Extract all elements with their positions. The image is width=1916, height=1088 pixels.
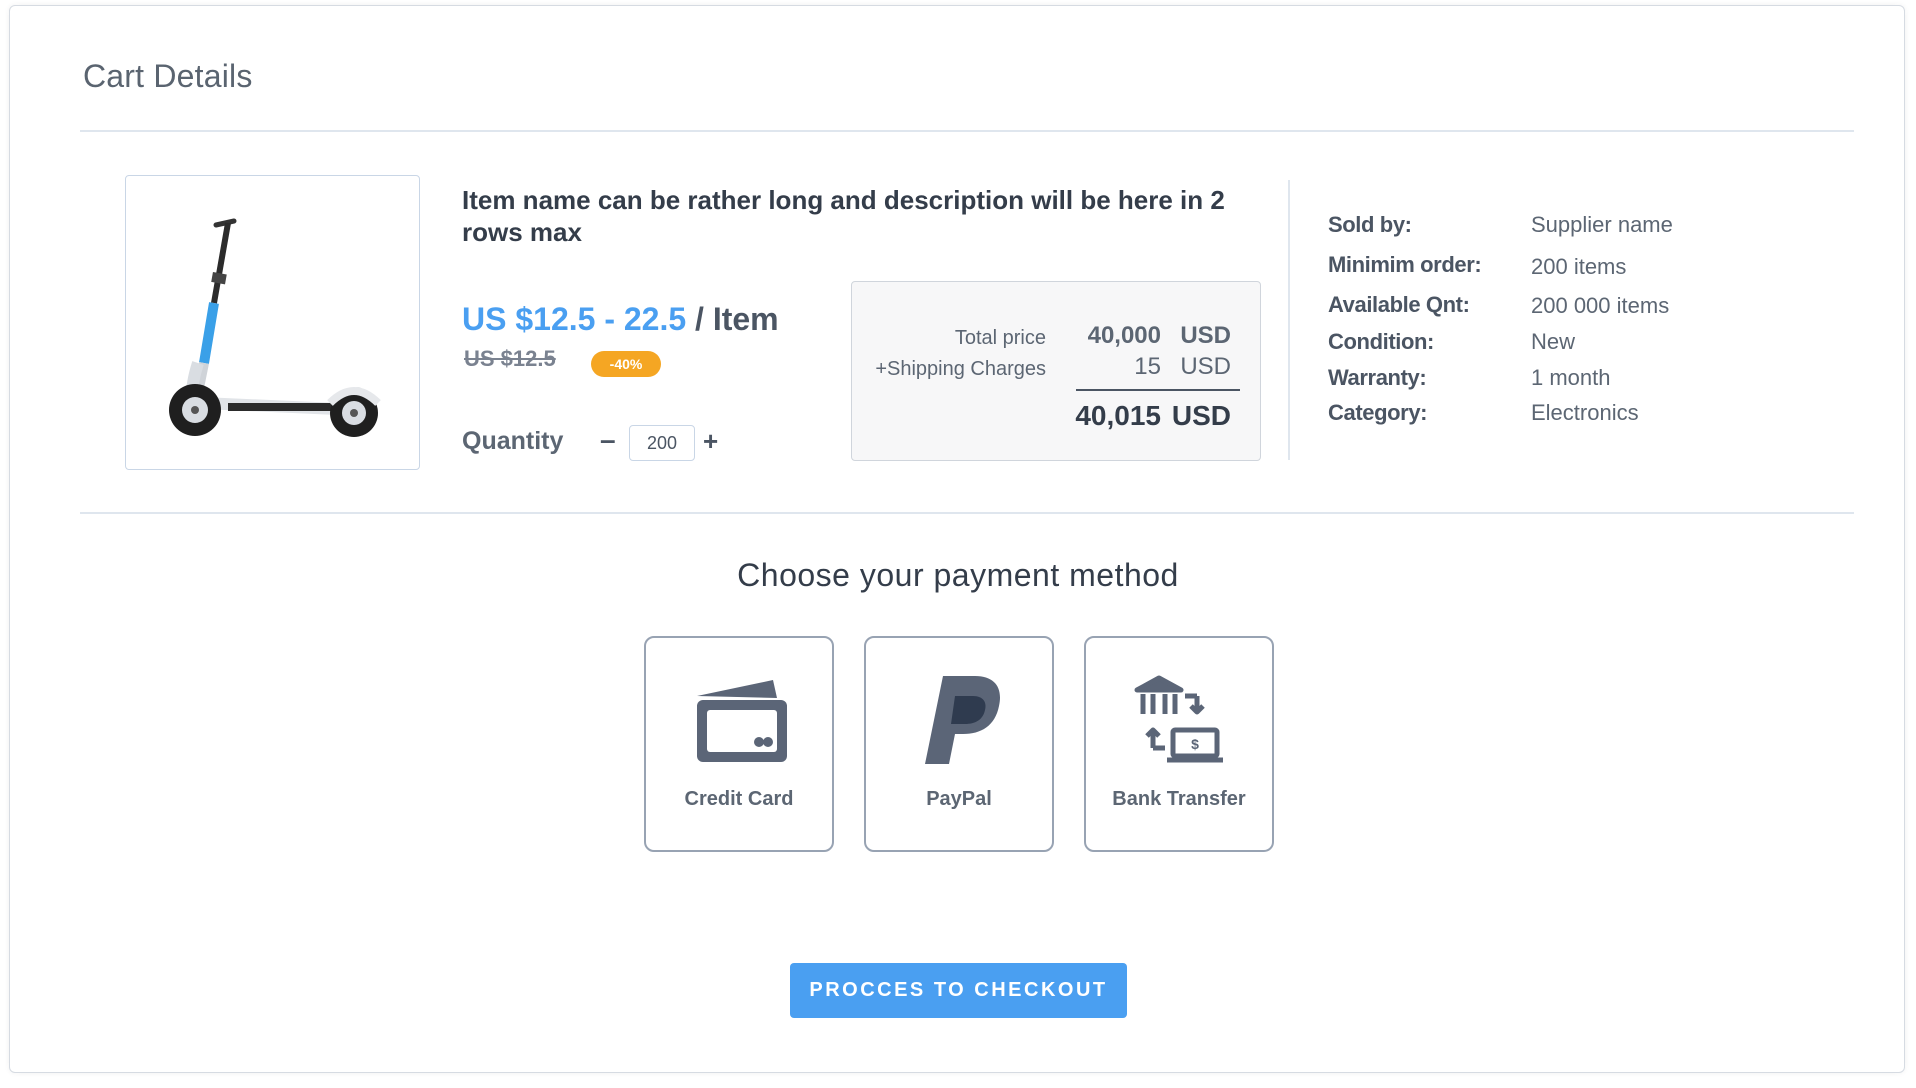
detail-label: Minimim order: [1328, 252, 1482, 277]
total-price-value: 40,000 [1087, 322, 1161, 349]
payment-option-credit-card[interactable]: Credit Card [644, 636, 834, 852]
price-line: US $12.5 - 22.5 / Item [462, 301, 779, 338]
payment-label: PayPal [926, 788, 992, 810]
payment-option-bank-transfer[interactable]: $ Bank Transfer [1084, 636, 1274, 852]
total-price-currency: USD [1180, 322, 1231, 349]
payment-label: Bank Transfer [1112, 788, 1246, 810]
credit-card-icon [697, 680, 787, 762]
detail-label: Warranty: [1328, 365, 1427, 390]
quantity-label: Quantity [462, 427, 564, 455]
item-name[interactable]: Item name can be rather long and descrip… [462, 184, 1262, 248]
price-range: US $12.5 - 22.5 [462, 301, 687, 337]
discount-badge: -40% [591, 351, 661, 377]
detail-value: Electronics [1531, 400, 1639, 425]
detail-value: 1 month [1531, 365, 1611, 390]
scooter-illustration [168, 218, 381, 437]
grand-total-currency: USD [1171, 400, 1231, 431]
total-price-label: Total price [954, 327, 1046, 349]
quantity-increment-button[interactable]: + [703, 426, 718, 457]
shipping-currency: USD [1180, 353, 1231, 380]
cart-card: Cart Details Item name can be rather lon… [9, 5, 1905, 1073]
svg-text:$: $ [1191, 736, 1199, 752]
payment-heading: Choose your payment method [737, 557, 1179, 593]
bank-transfer-icon: $ [1134, 675, 1223, 763]
payment-option-paypal[interactable]: PayPal [864, 636, 1054, 852]
detail-label: Sold by: [1328, 212, 1412, 237]
detail-value: 200 000 items [1531, 293, 1670, 318]
header-divider [80, 130, 1854, 132]
price-summary-box: Total price 40,000 USD +Shipping Charges… [851, 281, 1261, 461]
detail-label: Condition: [1328, 329, 1434, 354]
paypal-icon [925, 676, 1000, 764]
summary-divider [1076, 389, 1240, 391]
page-title: Cart Details [83, 58, 253, 94]
price-unit: / Item [695, 301, 779, 337]
section-divider [80, 512, 1854, 514]
detail-value: New [1531, 329, 1576, 354]
detail-label: Available Qnt: [1328, 292, 1470, 317]
detail-label: Category: [1328, 400, 1428, 425]
detail-value: 200 items [1531, 254, 1627, 279]
payment-label: Credit Card [684, 788, 794, 810]
shipping-value: 15 [1134, 353, 1161, 380]
quantity-decrement-button[interactable]: – [600, 424, 616, 456]
checkout-button[interactable]: PROCCES TO CHECKOUT [790, 963, 1127, 1018]
details-separator [1288, 180, 1290, 460]
detail-value: Supplier name [1531, 212, 1673, 237]
product-image [125, 175, 420, 470]
grand-total-value: 40,015 [1075, 400, 1161, 431]
old-price: US $12.5 [464, 346, 556, 371]
quantity-input[interactable] [629, 425, 695, 461]
shipping-label: +Shipping Charges [875, 358, 1046, 380]
